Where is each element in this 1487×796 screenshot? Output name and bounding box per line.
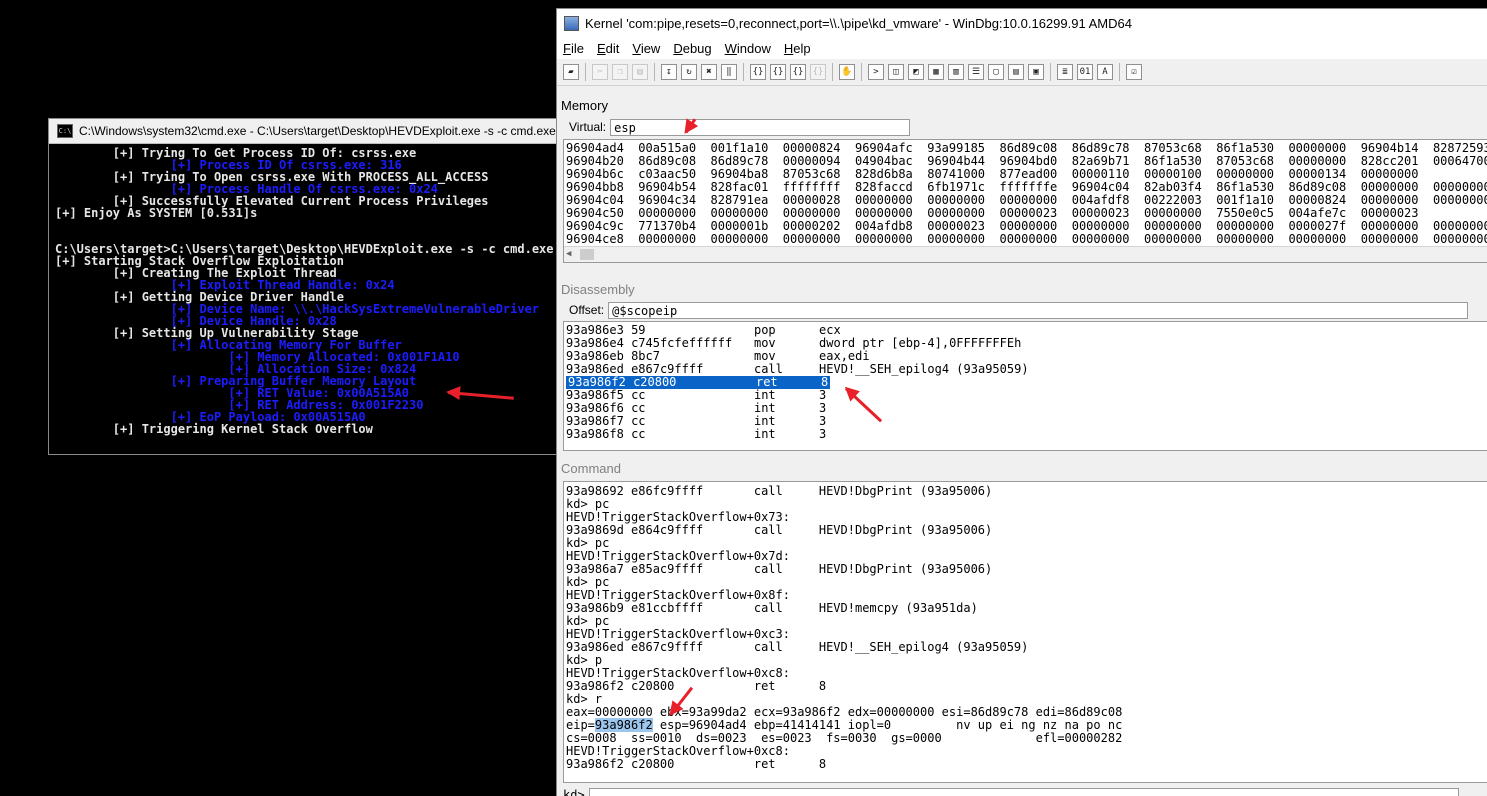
memory-horizontal-scrollbar[interactable]: ◀ xyxy=(564,246,1487,262)
command-output-line: 93a98692 e86fc9ffff call HEVD!DbgPrint (… xyxy=(566,484,993,498)
toolbar-separator xyxy=(585,63,586,81)
memory-view[interactable]: 96904ad4 00a515a0 001f1a10 00000824 9690… xyxy=(563,139,1487,263)
restart-icon[interactable]: ↻ xyxy=(681,64,697,80)
open-icon[interactable]: ▰ xyxy=(563,64,579,80)
virtual-label: Virtual: xyxy=(569,120,607,134)
menu-window[interactable]: Window xyxy=(725,41,771,56)
command-output-line: 93a986f2 c20800 ret 8 xyxy=(566,757,827,771)
scrollbar-thumb[interactable] xyxy=(580,249,594,260)
disassembly-window-icon[interactable]: ▢ xyxy=(988,64,1004,80)
command-pane-title: Command xyxy=(561,461,621,476)
command-input-bar: kd> xyxy=(561,785,1459,796)
disassembly-addr: 93a986f8 xyxy=(566,427,624,441)
windbg-title-text: Kernel 'com:pipe,resets=0,reconnect,port… xyxy=(585,15,1132,31)
menu-view[interactable]: View xyxy=(632,41,660,56)
disassembly-row[interactable]: 93a986f8 cc int 3 xyxy=(564,428,1487,441)
memory-window-icon[interactable]: ▥ xyxy=(948,64,964,80)
eip-value-selection[interactable]: 93a986f2 xyxy=(594,718,653,732)
cut-icon[interactable]: ✂ xyxy=(592,64,608,80)
menu-bar: File Edit View Debug Window Help xyxy=(557,37,1487,59)
step-into-icon[interactable]: {} xyxy=(750,64,766,80)
command-output[interactable]: 93a98692 e86fc9ffff call HEVD!DbgPrint (… xyxy=(563,481,1487,783)
cmd-icon: C:\ xyxy=(57,124,73,138)
memory-pane-title: Memory xyxy=(561,98,608,113)
processes-threads-icon[interactable]: ▣ xyxy=(1028,64,1044,80)
source-mode-icon[interactable]: ≣ xyxy=(1057,64,1073,80)
toolbar-separator xyxy=(832,63,833,81)
console-line: [+] Enjoy As SYSTEM [0.531]s xyxy=(55,206,258,220)
command-prompt: kd> xyxy=(563,788,585,796)
disassembly-op: int xyxy=(753,427,776,441)
registers-window-icon[interactable]: ▦ xyxy=(928,64,944,80)
toolbar-separator xyxy=(654,63,655,81)
paste-icon[interactable]: ▤ xyxy=(632,64,648,80)
command-input[interactable] xyxy=(588,788,1459,796)
locals-window-icon[interactable]: ◩ xyxy=(908,64,924,80)
toolbar-separator xyxy=(861,63,862,81)
cmd-title-bar[interactable]: C:\ C:\Windows\system32\cmd.exe - C:\Use… xyxy=(49,119,567,144)
command-output-line: 93a986f2 c20800 ret 8 xyxy=(566,679,827,693)
toolbar: ▰ ✂ ❐ ▤ ↧ ↻ ✖ ‖ {} {} {} {} ✋ > ◫ ◩ ▦ ▥ … xyxy=(557,59,1487,86)
toolbar-separator xyxy=(1119,63,1120,81)
console-line: [+] Triggering Kernel Stack Overflow xyxy=(55,422,373,436)
cmd-title-text: C:\Windows\system32\cmd.exe - C:\Users\t… xyxy=(79,124,556,138)
scroll-left-icon[interactable]: ◀ xyxy=(566,249,571,259)
windbg-app-icon xyxy=(564,15,579,31)
go-icon[interactable]: ↧ xyxy=(661,64,677,80)
toolbar-separator xyxy=(1050,63,1051,81)
menu-help[interactable]: Help xyxy=(784,41,811,56)
options-icon[interactable]: ☑ xyxy=(1126,64,1142,80)
menu-debug[interactable]: Debug xyxy=(673,41,711,56)
hex-mode-icon[interactable]: 01 xyxy=(1077,64,1093,80)
scratch-pad-icon[interactable]: ▤ xyxy=(1008,64,1024,80)
red-arrow-icon xyxy=(684,118,697,134)
memory-row: 96904ce8 00000000 00000000 00000000 0000… xyxy=(566,232,1487,246)
breakpoint-hand-icon[interactable]: ✋ xyxy=(839,64,855,80)
menu-file[interactable]: File xyxy=(563,41,584,56)
run-to-cursor-icon[interactable]: {} xyxy=(810,64,826,80)
command-window-icon[interactable]: > xyxy=(868,64,884,80)
disassembly-view[interactable]: 93a986e3 59 pop ecx 93a986e4 c745fcfeffffff mo… xyxy=(563,321,1487,451)
break-icon[interactable]: ‖ xyxy=(721,64,737,80)
memory-address-bar: Virtual: esp xyxy=(563,117,911,137)
command-output-line: 93a986ed e867c9ffff call HEVD!__SEH_epil… xyxy=(566,640,1029,654)
disassembly-offset-bar: Offset: @$scopeip xyxy=(563,300,1469,320)
command-output-line: 93a9869d e864c9ffff call HEVD!DbgPrint (… xyxy=(566,523,993,537)
menu-edit[interactable]: Edit xyxy=(597,41,619,56)
offset-input[interactable]: @$scopeip xyxy=(608,301,1469,319)
cmd-window: C:\ C:\Windows\system32\cmd.exe - C:\Use… xyxy=(48,118,568,455)
windbg-title-bar[interactable]: Kernel 'com:pipe,resets=0,reconnect,port… xyxy=(557,9,1487,37)
stop-debugging-icon[interactable]: ✖ xyxy=(701,64,717,80)
cmd-console-output[interactable]: [+] Trying To Get Process ID Of: csrss.e… xyxy=(55,147,567,448)
command-output-line: 93a986a7 e85ac9ffff call HEVD!DbgPrint (… xyxy=(566,562,993,576)
toolbar-separator xyxy=(743,63,744,81)
command-output-line: 93a986b9 e81ccbffff call HEVD!memcpy (93… xyxy=(566,601,978,615)
virtual-address-input[interactable]: esp xyxy=(610,118,911,136)
copy-icon[interactable]: ❐ xyxy=(612,64,628,80)
watch-window-icon[interactable]: ◫ xyxy=(888,64,904,80)
disassembly-row[interactable]: 93a986ed e867c9ffff call HEVD!__SEH_epilog4… xyxy=(564,363,1487,376)
offset-label: Offset: xyxy=(569,303,605,317)
disassembly-bytes: cc xyxy=(631,427,646,441)
step-out-icon[interactable]: {} xyxy=(790,64,806,80)
disassembly-args: 3 xyxy=(819,427,827,441)
step-over-icon[interactable]: {} xyxy=(770,64,786,80)
call-stack-window-icon[interactable]: ☰ xyxy=(968,64,984,80)
font-icon[interactable]: A xyxy=(1097,64,1113,80)
disassembly-args: HEVD!__SEH_epilog4 (93a95059) xyxy=(819,362,1029,376)
disassembly-pane-title: Disassembly xyxy=(561,282,635,297)
